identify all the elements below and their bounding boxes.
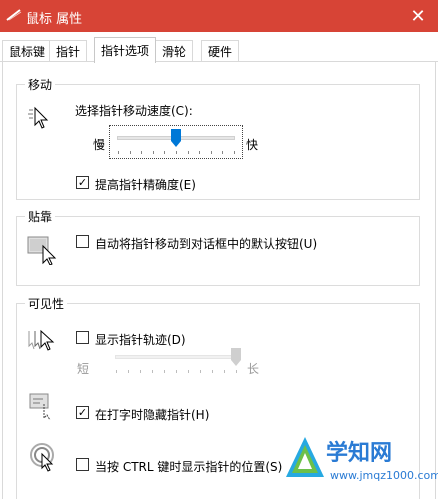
slider-thumb[interactable] [231, 348, 241, 366]
slider-tick [236, 370, 237, 373]
speed-label: 选择指针移动速度(C): [75, 104, 193, 118]
snap-to-group: 贴靠 自动将指针移动到对话框中的默认按钮(U) [16, 208, 420, 286]
slider-tick [152, 370, 153, 373]
slider-tick [176, 370, 177, 373]
hide-while-typing-label: 在打字时隐藏指针(H) [95, 408, 210, 422]
short-label: 短 [77, 362, 90, 376]
motion-group-title: 移动 [25, 76, 56, 93]
visibility-group-title: 可见性 [25, 295, 68, 312]
fast-label: 快 [246, 138, 259, 152]
slider-tick [116, 370, 117, 373]
snap-to-label: 自动将指针移动到对话框中的默认按钮(U) [95, 237, 318, 251]
precision-checkbox[interactable]: ✓ [76, 176, 89, 189]
tab-label: 滑轮 [162, 45, 187, 59]
snap-to-group-title: 贴靠 [25, 208, 56, 225]
slider-tick [188, 370, 189, 373]
slider-tick [118, 151, 119, 154]
slider-tick [140, 370, 141, 373]
slider-tick [128, 370, 129, 373]
watermark-logo-icon [286, 437, 324, 477]
watermark-url: www.jmqz1000.com [330, 469, 438, 482]
checkmark-icon: ✓ [77, 406, 88, 419]
slider-tick [199, 151, 200, 154]
mouse-app-icon [6, 9, 22, 21]
slider-tick [224, 370, 225, 373]
slider-ticks [111, 370, 241, 374]
slider-tick [200, 370, 201, 373]
slider-tick [212, 370, 213, 373]
slider-tick [153, 151, 154, 154]
watermark-text: 学知网 [326, 441, 393, 466]
close-icon: ✕ [410, 5, 426, 27]
title-bar: 鼠标 属性 ✕ [0, 0, 438, 32]
snap-to-checkbox[interactable] [76, 235, 89, 248]
show-location-checkbox[interactable] [76, 458, 89, 471]
hide-while-typing-icon [29, 393, 51, 420]
tab-bar: 鼠标键 指针 指针选项 滑轮 硬件 [0, 32, 438, 63]
motion-group: 移动 选择指针移动速度(C): 慢 快 ✓ 提高指针精确度(E) [16, 76, 420, 200]
tab-wheel[interactable]: 滑轮 [155, 40, 194, 62]
slider-tick [222, 151, 223, 154]
slider-tick [141, 151, 142, 154]
slider-tick [234, 151, 235, 154]
tab-label: 指针 [56, 45, 81, 59]
pointer-trails-checkbox[interactable] [76, 331, 89, 344]
slider-tick [188, 151, 189, 154]
slider-tick [130, 151, 131, 154]
close-button[interactable]: ✕ [398, 0, 438, 32]
panel-border-left [2, 62, 3, 499]
tab-label: 硬件 [208, 45, 233, 59]
show-location-label: 当按 CTRL 键时显示指针的位置(S) [95, 460, 283, 474]
slider-tick [211, 151, 212, 154]
slider-thumb[interactable] [171, 129, 181, 147]
hide-while-typing-checkbox[interactable]: ✓ [76, 406, 89, 419]
slider-track [115, 355, 237, 359]
pointer-trails-label: 显示指针轨迹(D) [95, 333, 186, 347]
window-title: 鼠标 属性 [26, 12, 83, 27]
pointer-speed-slider[interactable] [113, 129, 239, 157]
watermark: 学知网 www.jmqz1000.com [278, 431, 438, 499]
tab-pointers[interactable]: 指针 [49, 40, 88, 62]
tab-label: 鼠标键 [9, 45, 46, 59]
tab-pointer-options[interactable]: 指针选项 [94, 37, 157, 63]
trail-length-slider[interactable] [111, 348, 241, 376]
long-label: 长 [247, 362, 260, 376]
checkmark-icon: ✓ [77, 176, 88, 189]
slider-tick [164, 151, 165, 154]
precision-label: 提高指针精确度(E) [95, 178, 196, 192]
slow-label: 慢 [93, 138, 106, 152]
pointer-speed-icon [28, 106, 49, 129]
tab-divider [0, 61, 438, 62]
slider-tick [164, 370, 165, 373]
show-location-icon [30, 443, 54, 472]
snap-to-icon [27, 236, 57, 265]
tab-label: 指针选项 [101, 44, 150, 58]
pointer-trails-icon [28, 329, 55, 351]
tab-buttons[interactable]: 鼠标键 [2, 40, 53, 62]
slider-ticks [113, 151, 239, 155]
tab-hardware[interactable]: 硬件 [201, 40, 240, 62]
slider-tick [176, 151, 177, 154]
